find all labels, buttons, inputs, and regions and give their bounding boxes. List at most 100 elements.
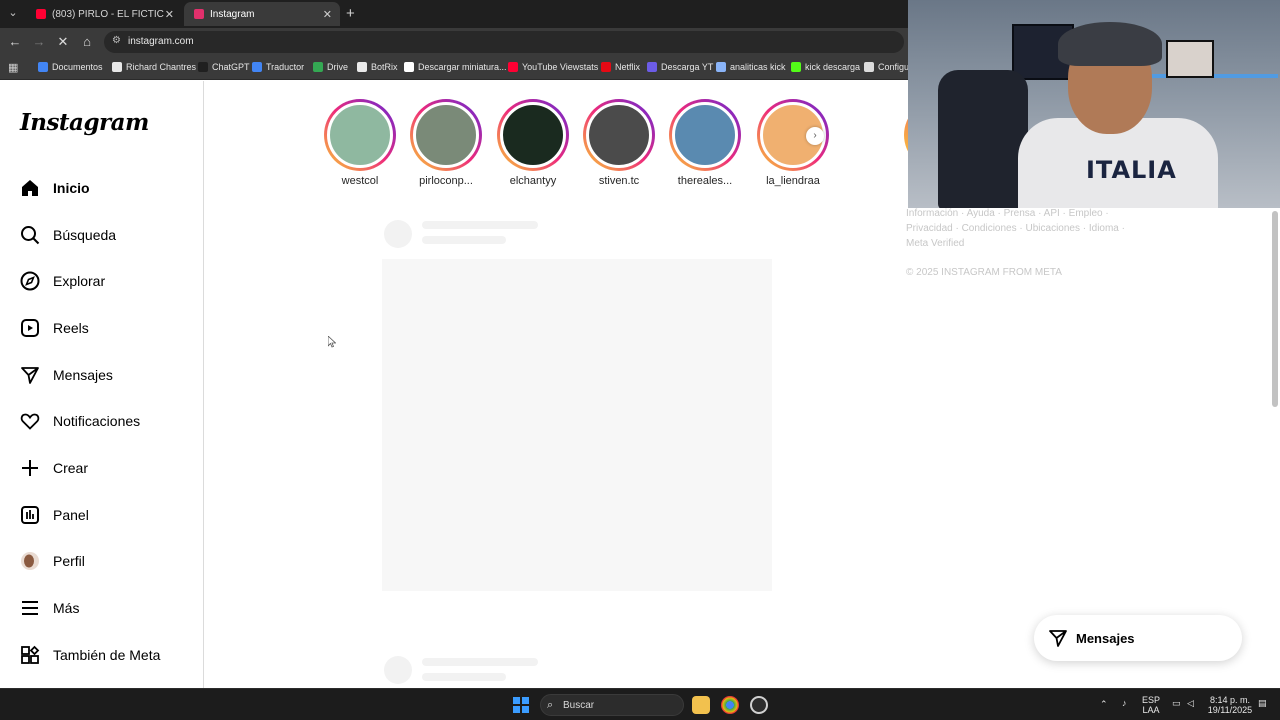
nav-label: Inicio — [53, 180, 90, 196]
story-avatar — [327, 102, 393, 168]
address-bar[interactable]: ⚙ instagram.com — [104, 31, 904, 53]
bookmark-item[interactable]: Documentos — [38, 62, 103, 72]
instagram-logo[interactable]: Instagram — [20, 109, 149, 136]
bookmark-item[interactable]: Descarga YT — [647, 62, 713, 72]
bar-chart-icon — [20, 505, 40, 525]
story-avatar — [500, 102, 566, 168]
bookmark-favicon-icon — [647, 62, 657, 72]
scrollbar-thumb[interactable] — [1272, 211, 1278, 407]
bookmark-favicon-icon — [508, 62, 518, 72]
story-ring — [497, 99, 569, 171]
clock[interactable]: 8:14 p. m. 19/11/2025 — [1206, 695, 1254, 715]
story-username: westcol — [341, 175, 379, 187]
bookmark-label: Descargar miniatura... — [418, 62, 507, 72]
nav-item-busqueda[interactable]: Búsqueda — [20, 220, 190, 250]
nav-item-inicio[interactable]: Inicio — [20, 173, 190, 203]
paper-plane-icon — [1048, 628, 1068, 648]
nav-item-notificaciones[interactable]: Notificaciones — [20, 406, 190, 436]
nav-label: Más — [53, 600, 80, 616]
nav-item-explorar[interactable]: Explorar — [20, 266, 190, 296]
bookmark-item[interactable]: Netflix — [601, 62, 640, 72]
taskbar-search[interactable]: ⌕ Buscar — [540, 694, 684, 716]
notifications-icon[interactable]: ▤ — [1258, 698, 1267, 708]
nav-item-crear[interactable]: Crear — [20, 453, 190, 483]
story-item[interactable]: elchantyy — [493, 99, 573, 187]
date-text: 19/11/2025 — [1207, 705, 1253, 715]
browser-tab-youtube[interactable]: (803) PIRLO - EL FICTICIO 🐍 (V ✕ — [26, 2, 182, 26]
skeleton-line — [422, 236, 506, 244]
site-info-icon[interactable]: ⚙ — [112, 35, 121, 46]
file-explorer-icon[interactable] — [692, 696, 710, 714]
chrome-icon[interactable] — [721, 696, 739, 714]
bookmark-label: Configu — [878, 62, 910, 72]
tab-title: (803) PIRLO - EL FICTICIO 🐍 (V — [52, 8, 164, 20]
bookmark-item[interactable]: Richard Chantres — [112, 62, 196, 72]
network-icon[interactable]: ▭ — [1172, 698, 1181, 708]
close-tab-icon[interactable]: ✕ — [323, 8, 332, 21]
nav-label: Explorar — [53, 273, 106, 289]
bookmark-item[interactable]: analiticas kick — [716, 62, 786, 72]
webcam-gaming-chair — [938, 70, 1028, 208]
story-username: thereales... — [677, 175, 733, 187]
story-item[interactable]: stiven.tc — [579, 99, 659, 187]
nav-label: Crear — [53, 460, 89, 476]
bookmark-item[interactable]: Descargar miniatura... — [404, 62, 507, 72]
apps-grid-icon[interactable]: ▦ — [8, 61, 18, 74]
story-ring — [410, 99, 482, 171]
page-scrollbar[interactable] — [1270, 201, 1280, 688]
webcam-person-cap — [1058, 22, 1162, 66]
nav-item-mensajes[interactable]: Mensajes — [20, 360, 190, 390]
close-tab-icon[interactable]: ✕ — [165, 8, 174, 21]
story-item[interactable]: la_liendraa — [753, 99, 833, 187]
nav-item-tambien-de-meta[interactable]: También de Meta — [20, 640, 190, 670]
forward-icon[interactable]: → — [30, 33, 48, 51]
stop-loading-icon[interactable]: ✕ — [54, 33, 72, 51]
url-text: instagram.com — [128, 36, 194, 47]
nav-item-mas[interactable]: Más — [20, 593, 190, 623]
bookmark-item[interactable]: BotRix — [357, 62, 398, 72]
bookmark-item[interactable]: kick descarga — [791, 62, 860, 72]
story-username: stiven.tc — [598, 175, 640, 187]
story-item[interactable]: thereales... — [665, 99, 745, 187]
stories-next-icon[interactable]: › — [806, 127, 824, 145]
tab-search-icon[interactable]: ⌄ — [4, 4, 22, 22]
instagram-favicon-icon — [194, 9, 204, 19]
avatar-icon — [20, 551, 40, 571]
footer-links[interactable]: Información · Ayuda · Prensa · API · Emp… — [906, 206, 1146, 251]
taskbar-search-placeholder: Buscar — [563, 700, 595, 711]
story-avatar — [413, 102, 479, 168]
bookmark-label: Traductor — [266, 62, 305, 72]
bookmark-item[interactable]: Traductor — [252, 62, 304, 72]
mouse-cursor-icon — [327, 335, 337, 348]
nav-item-reels[interactable]: Reels — [20, 313, 190, 343]
nav-item-perfil[interactable]: Perfil — [20, 546, 190, 576]
language-indicator[interactable]: ESP LAA — [1142, 695, 1160, 715]
language-bottom: LAA — [1142, 705, 1160, 715]
bookmark-label: Descarga YT — [661, 62, 714, 72]
microphone-icon[interactable]: ♪ — [1122, 698, 1127, 708]
youtube-favicon-icon — [36, 9, 46, 19]
story-item[interactable]: pirloconp... — [406, 99, 486, 187]
bookmark-favicon-icon — [404, 62, 414, 72]
bookmark-favicon-icon — [38, 62, 48, 72]
bookmark-item[interactable]: Configu — [864, 62, 909, 72]
story-item[interactable]: westcol — [320, 99, 400, 187]
new-tab-icon[interactable]: + — [346, 5, 355, 22]
nav-item-panel[interactable]: Panel — [20, 500, 190, 530]
bookmark-item[interactable]: Drive — [313, 62, 348, 72]
messages-floating-button[interactable]: Mensajes — [1034, 615, 1242, 661]
plus-icon — [20, 458, 40, 478]
windows-start-icon[interactable] — [513, 697, 529, 713]
bookmark-item[interactable]: ChatGPT — [198, 62, 250, 72]
tray-overflow-icon[interactable]: ⌃ — [1100, 699, 1108, 709]
search-icon: ⌕ — [547, 699, 554, 711]
app-icon[interactable] — [750, 696, 768, 714]
reels-icon — [20, 318, 40, 338]
story-ring — [669, 99, 741, 171]
back-icon[interactable]: ← — [6, 33, 24, 51]
home-icon[interactable]: ⌂ — [78, 33, 96, 51]
browser-tab-instagram[interactable]: Instagram ✕ — [184, 2, 340, 26]
volume-icon[interactable]: ◁ — [1187, 698, 1194, 708]
bookmark-item[interactable]: YouTube Viewstats — [508, 62, 598, 72]
bookmark-favicon-icon — [791, 62, 801, 72]
